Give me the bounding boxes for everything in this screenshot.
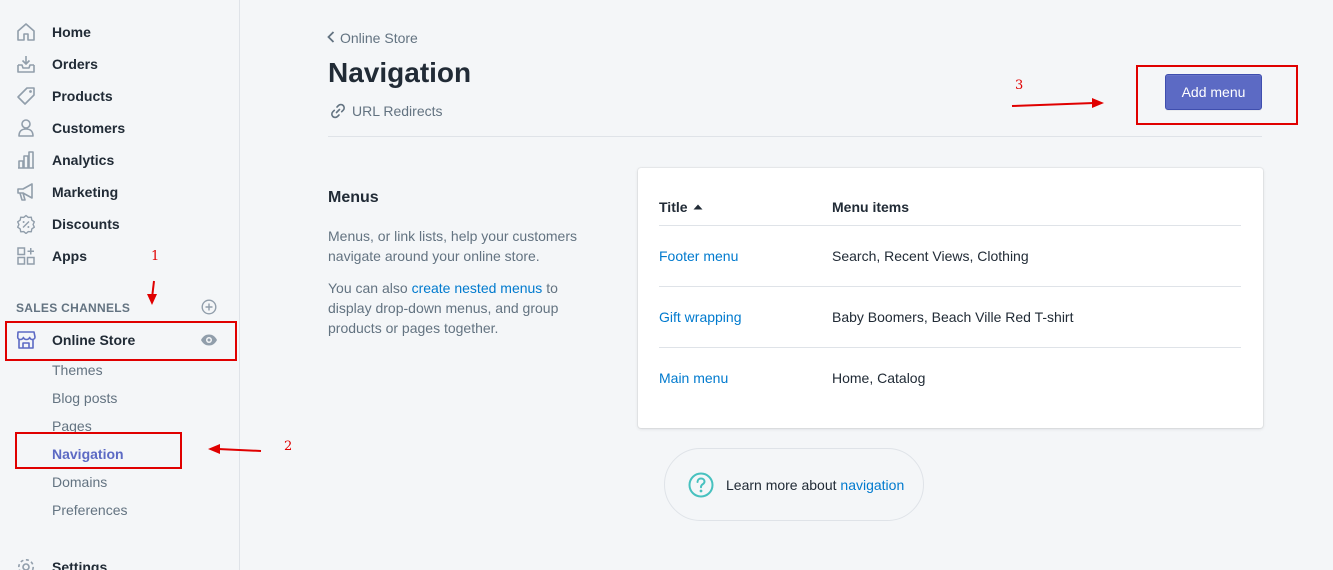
arrow-1 (147, 280, 157, 305)
arrow-3 (1011, 98, 1104, 108)
arrow-2 (208, 444, 262, 454)
annotation-arrows (147, 98, 1104, 454)
